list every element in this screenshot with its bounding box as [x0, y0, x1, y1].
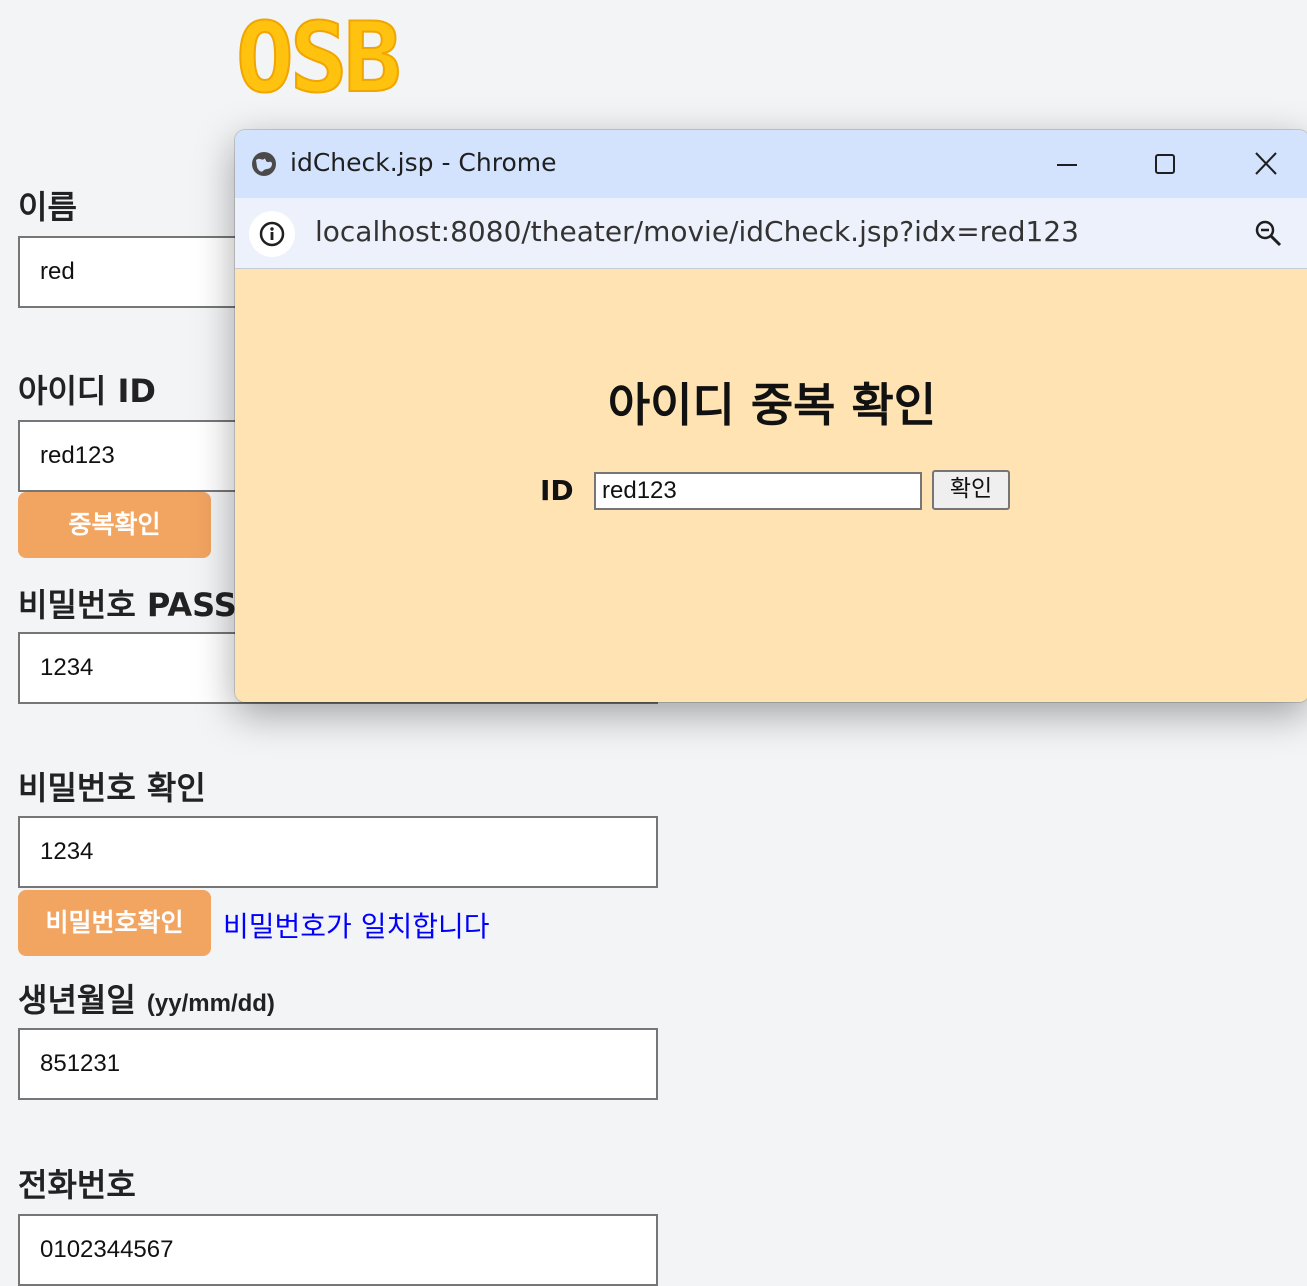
- globe-icon: [252, 152, 276, 176]
- name-label: 이름: [18, 188, 77, 226]
- osb-logo: OSB: [235, 2, 402, 114]
- popup-confirm-button[interactable]: 확인: [932, 470, 1010, 510]
- maximize-icon[interactable]: [1145, 148, 1185, 180]
- popup-window-title: idCheck.jsp - Chrome: [290, 148, 557, 177]
- popup-titlebar[interactable]: idCheck.jsp - Chrome: [235, 130, 1307, 198]
- info-icon[interactable]: [249, 211, 295, 257]
- password-label: 비밀번호 PASS: [18, 586, 237, 624]
- birth-label-text: 생년월일: [18, 981, 136, 1019]
- password-match-message: 비밀번호가 일치합니다: [223, 910, 490, 943]
- phone-label: 전화번호: [18, 1166, 136, 1204]
- birth-label: 생년월일 (yy/mm/dd): [18, 975, 275, 1021]
- id-check-heading: 아이디 중복 확인: [607, 378, 937, 432]
- popup-id-label: ID: [540, 474, 574, 507]
- id-label: 아이디 ID: [18, 372, 156, 410]
- zoom-icon[interactable]: [1253, 218, 1283, 248]
- password-confirm-label: 비밀번호 확인: [18, 769, 206, 807]
- popup-url[interactable]: localhost:8080/theater/movie/idCheck.jsp…: [315, 215, 1079, 248]
- popup-address-bar[interactable]: localhost:8080/theater/movie/idCheck.jsp…: [235, 198, 1307, 269]
- popup-id-input[interactable]: red123: [594, 472, 922, 510]
- popup-content: 아이디 중복 확인 ID red123 확인: [235, 269, 1307, 702]
- minimize-icon[interactable]: [1047, 148, 1087, 180]
- password-confirm-button[interactable]: 비밀번호확인: [18, 890, 211, 956]
- id-check-popup-window[interactable]: idCheck.jsp - Chrome localhost:8080/thea…: [235, 130, 1307, 702]
- close-icon[interactable]: [1246, 148, 1286, 180]
- birth-label-format: (yy/mm/dd): [146, 990, 275, 1017]
- password-confirm-field[interactable]: 1234: [18, 816, 658, 888]
- birth-field[interactable]: 851231: [18, 1028, 658, 1100]
- phone-field[interactable]: 0102344567: [18, 1214, 658, 1286]
- id-duplicate-check-button[interactable]: 중복확인: [18, 492, 211, 558]
